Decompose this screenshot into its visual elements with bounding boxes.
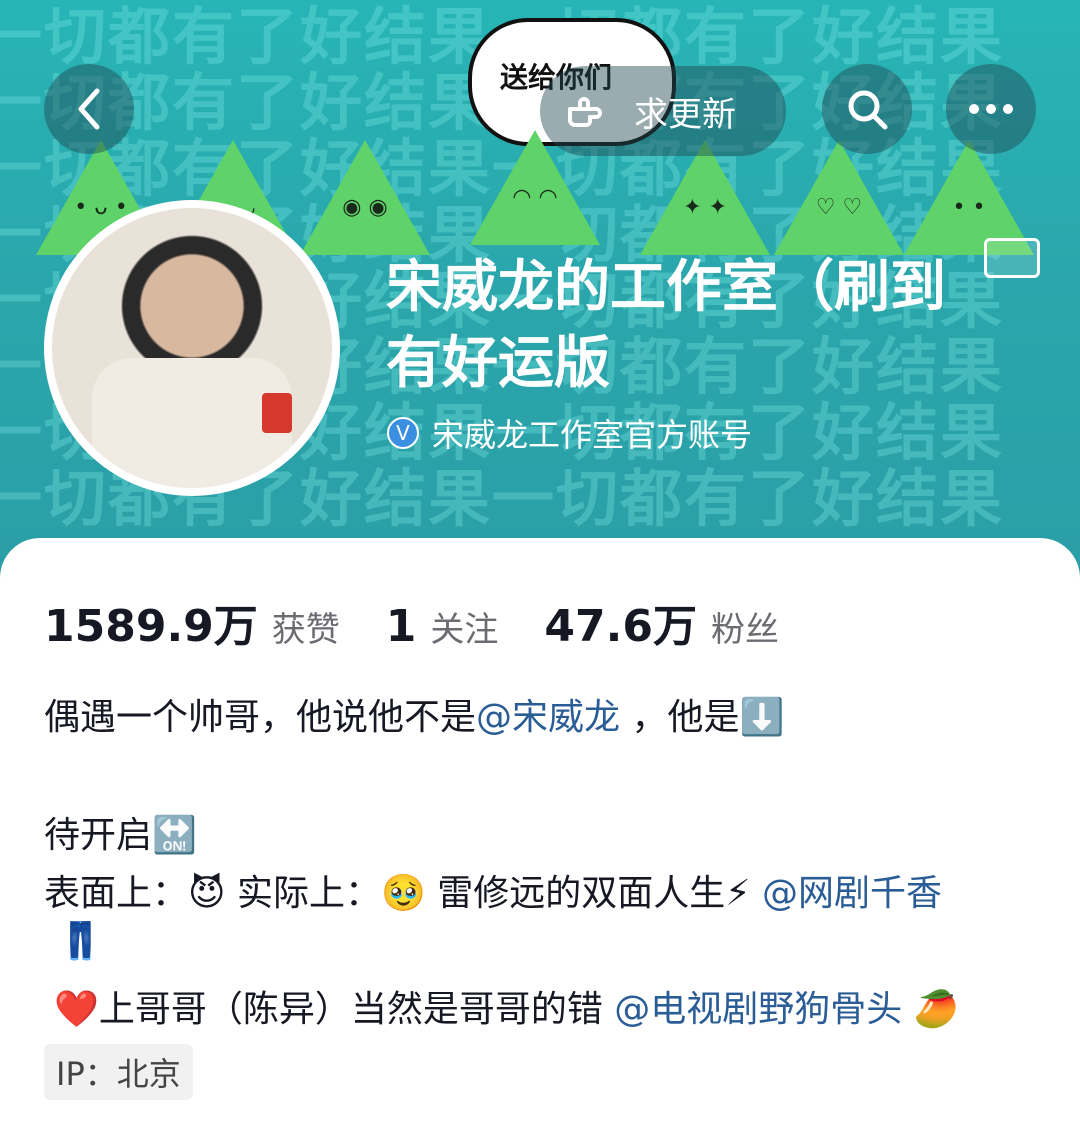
request-update-label: 求更新	[634, 94, 736, 135]
profile-name-line2: 有好运版	[386, 331, 610, 396]
mention-link[interactable]: @宋威龙	[476, 697, 620, 738]
mention-link[interactable]: @电视剧野狗骨头	[614, 989, 902, 1030]
bio-line: 👖	[58, 920, 103, 962]
tree-illustration: ◉ ◉	[300, 140, 430, 260]
avatar[interactable]	[44, 200, 340, 496]
following-count[interactable]: 1	[386, 601, 417, 652]
verification-text: 宋威龙工作室官方账号	[432, 416, 753, 454]
bio-text: 👖	[58, 921, 103, 962]
mention-link[interactable]: @网剧千香	[762, 873, 942, 914]
bio-line: 待开启🔛	[44, 806, 197, 858]
bio-text: ❤️上哥哥（陈异）当然是哥哥的错	[54, 989, 615, 1030]
back-button[interactable]	[44, 64, 134, 154]
ip-location-badge: IP：北京	[44, 1044, 193, 1100]
chevron-left-icon	[78, 88, 100, 130]
fans-count[interactable]: 47.6万	[544, 590, 697, 654]
bio-text: ，他是⬇️	[620, 697, 785, 738]
ip-location-label: IP：北京	[56, 1055, 181, 1093]
tree-illustration: ♡ ♡	[774, 140, 904, 260]
bio-text: 偶遇一个帅哥，他说他不是	[44, 697, 477, 738]
request-update-button[interactable]: 求更新	[540, 66, 786, 156]
likes-count: 1589.9万	[44, 601, 258, 652]
bio-text: 表面上：😈 实际上：🥹 雷修远的双面人生⚡	[44, 873, 762, 914]
profile-name-line1: 宋威龙的工作室（刷到	[386, 255, 946, 320]
following-label[interactable]: 关注	[430, 602, 498, 651]
bio-text: 🥭	[902, 989, 959, 1030]
bio-line: ❤️上哥哥（陈异）当然是哥哥的错 @电视剧野狗骨头 🥭	[54, 980, 959, 1032]
verified-icon: V	[387, 417, 419, 449]
pointing-hand-icon	[568, 97, 602, 127]
bio-line: 表面上：😈 实际上：🥹 雷修远的双面人生⚡ @网剧千香	[44, 864, 942, 916]
profile-stats: 1589.9万 获赞 1 关注 47.6万 粉丝	[44, 590, 779, 654]
avatar-image	[52, 208, 332, 488]
search-button[interactable]	[822, 64, 912, 154]
verification-row[interactable]: V 宋威龙工作室官方账号	[386, 410, 752, 456]
more-button[interactable]	[946, 64, 1036, 154]
likes-label: 获赞	[271, 610, 340, 650]
profile-banner: 一切都有了好结果一切都有了好结果 一切都有了好结果一切都有了好结果 一切都有了好…	[0, 0, 1080, 580]
svg-text:V: V	[396, 421, 410, 445]
more-icon	[969, 104, 1013, 114]
bio-text: 待开启🔛	[44, 815, 197, 856]
tree-illustration: ✦ ✦	[640, 140, 770, 260]
bio-line: 偶遇一个帅哥，他说他不是@宋威龙 ，他是⬇️	[44, 688, 784, 740]
search-icon	[848, 90, 888, 130]
profile-name: 宋威龙的工作室（刷到 有好运版	[386, 250, 1026, 402]
fans-label[interactable]: 粉丝	[711, 602, 779, 651]
